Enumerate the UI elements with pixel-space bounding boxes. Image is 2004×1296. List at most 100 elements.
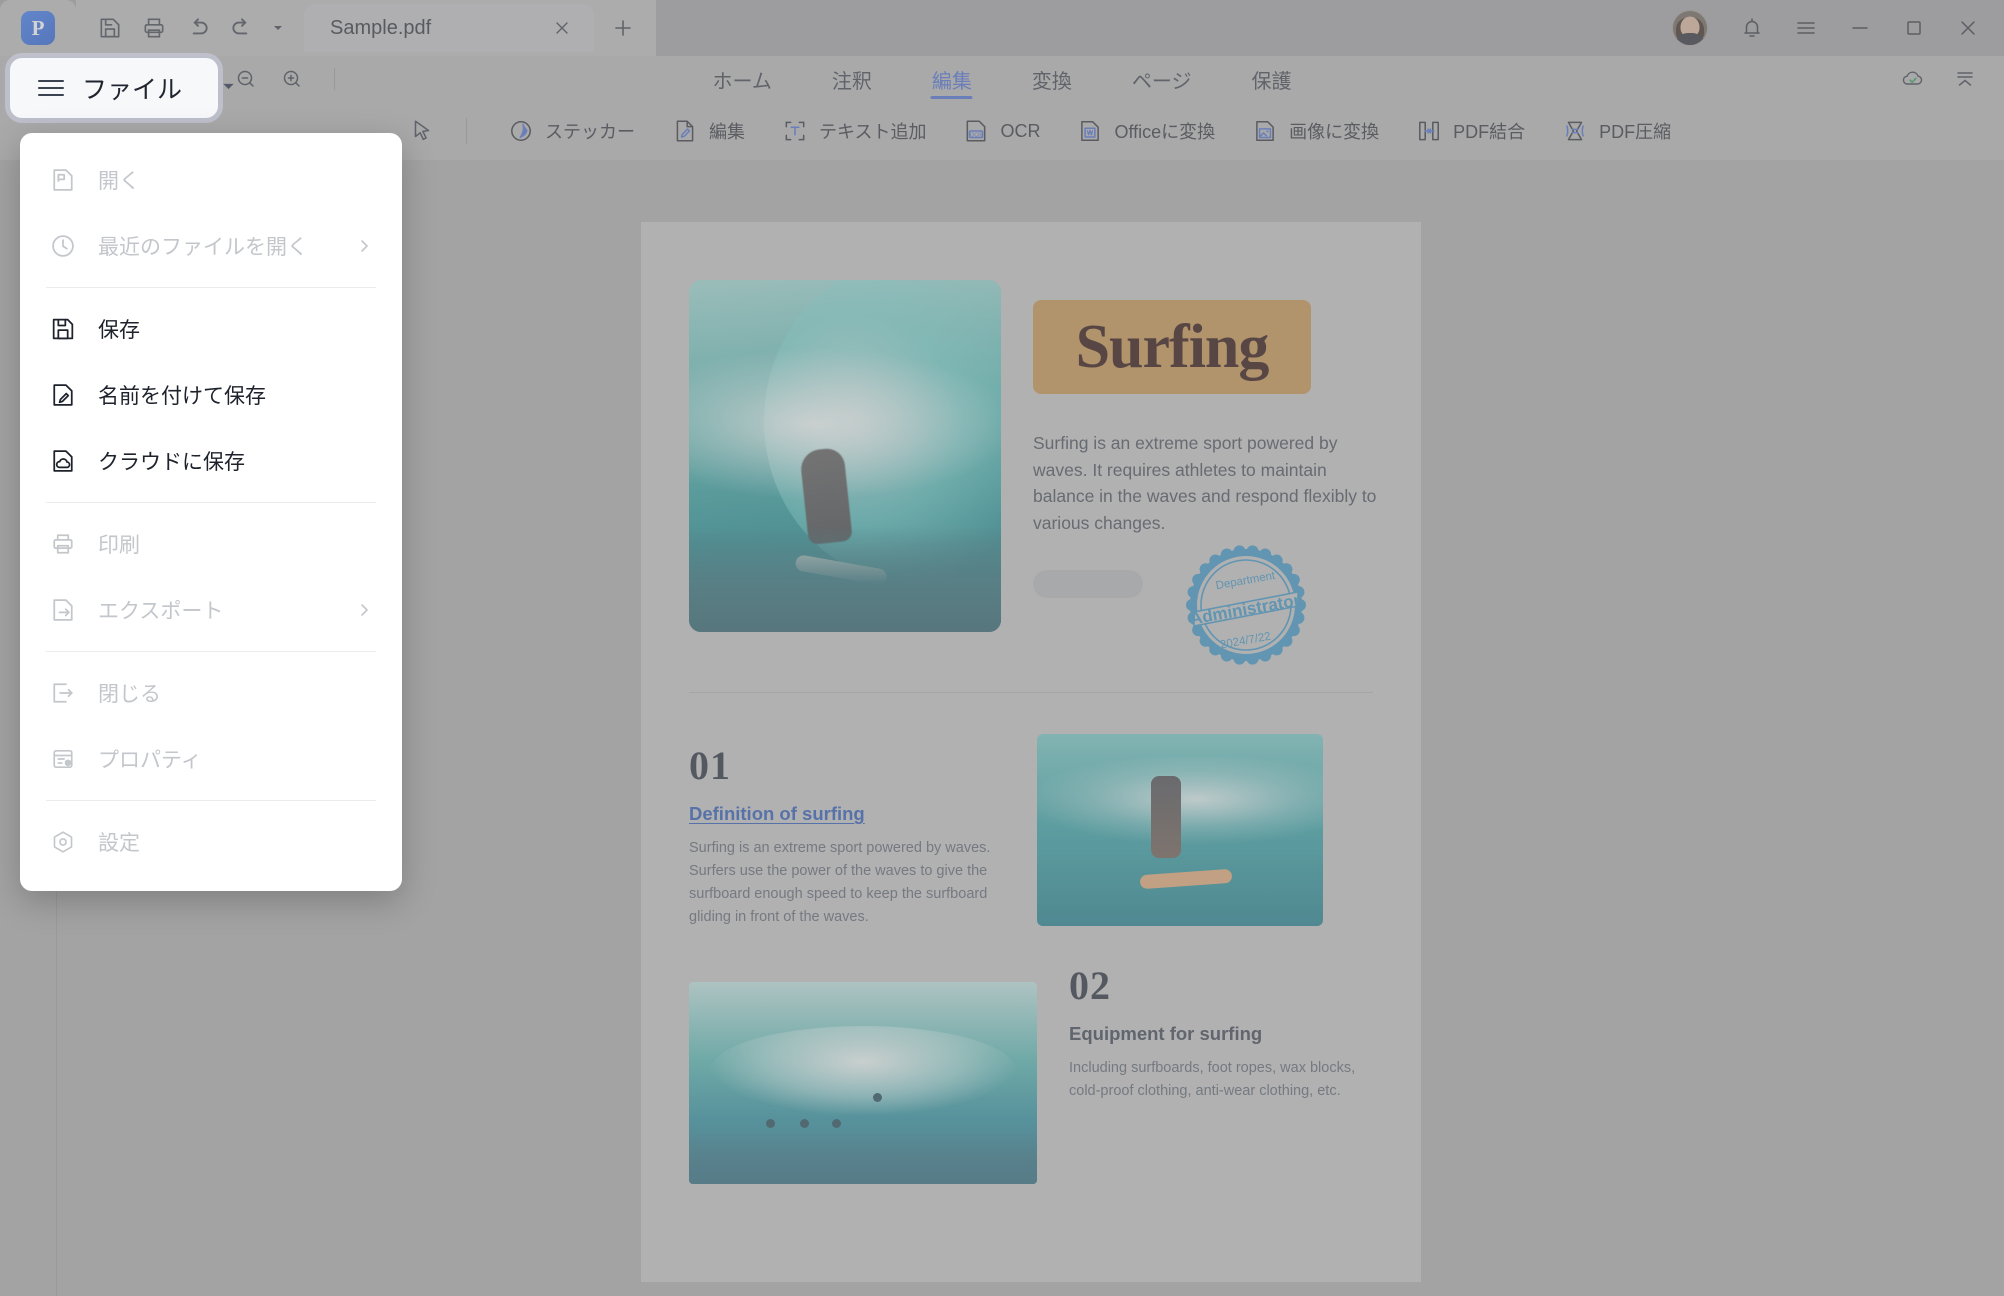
tool-compress-pdf-label: PDF圧縮 [1599,122,1672,142]
add-text-icon [781,117,809,145]
menu-item-save[interactable]: 保存 [20,296,402,362]
menu-item-open[interactable]: 開く [20,147,402,213]
close-button[interactable] [1942,0,1994,56]
ribbon-tab-bar: ホーム 注釈 編集 変換 ページ 保護 [0,56,2004,102]
recent-clock-icon [48,231,78,261]
pdf-page[interactable]: Surfing Surfing is an extreme sport powe… [641,222,1421,1282]
settings-gear-icon [48,827,78,857]
tool-merge-pdf-label: PDF結合 [1453,122,1526,142]
tool-convert-to-office[interactable]: Officeに変換 [1058,108,1233,154]
tool-merge-pdf[interactable]: PDF結合 [1397,108,1543,154]
tool-sticker[interactable]: ステッカー [489,108,653,154]
menu-item-save-as[interactable]: 名前を付けて保存 [20,362,402,428]
section-02-number: 02 [1069,963,1111,1008]
placeholder-field[interactable] [1033,570,1143,598]
printer-icon [48,529,78,559]
menu-separator [46,800,376,801]
merge-pdf-icon [1415,117,1443,145]
tab-page[interactable]: ページ [1102,56,1222,102]
toolbar-divider [334,68,335,90]
menu-separator [46,287,376,288]
compress-pdf-icon [1561,117,1589,145]
hero-surfing-photo [689,280,1001,632]
open-file-icon [48,165,78,195]
app-logo-icon: P [21,11,55,45]
approval-stamp: Department Administrator 2024/7/22 [1181,540,1311,670]
app-logo-container: P [0,0,76,56]
menu-item-print-label: 印刷 [98,534,140,557]
maximize-button[interactable] [1888,0,1940,56]
menu-separator [46,502,376,503]
tab-annotation[interactable]: 注釈 [802,56,902,102]
photo-surfers [689,1093,1037,1129]
menu-item-export[interactable]: エクスポート [20,577,402,643]
tab-close-icon[interactable] [548,14,576,42]
tool-edit[interactable]: 編集 [653,108,763,154]
document-title-badge: Surfing [1033,300,1311,394]
properties-icon [48,744,78,774]
quick-access-overflow-caret-icon[interactable] [266,8,290,48]
file-dropdown-menu[interactable]: 開く 最近のファイルを開く 保存 名前を付けて保存 クラウドに保存 印刷 エクス… [20,133,402,891]
save-icon[interactable] [90,8,130,48]
menu-item-properties-label: プロパティ [98,749,202,772]
document-title-text: Surfing [1075,312,1270,381]
notifications-bell-icon[interactable] [1726,0,1778,56]
cloud-sync-check-icon[interactable] [1896,62,1930,96]
application-window: P Sample.pdf ホーム 注釈 編集 変換 ページ 保護 ステッカー 編… [0,0,2004,1296]
file-menu-button[interactable]: ファイル [10,58,218,118]
quick-access-toolbar: Sample.pdf [76,0,656,56]
menu-item-properties[interactable]: プロパティ [20,726,402,792]
menu-item-save-to-cloud[interactable]: クラウドに保存 [20,428,402,494]
menu-item-close-label: 閉じる [98,683,161,706]
tab-protect[interactable]: 保護 [1222,56,1322,102]
convert-to-office-icon [1076,117,1104,145]
tab-home[interactable]: ホーム [682,56,801,102]
page-divider [689,692,1373,693]
svg-text:OCR: OCR [970,132,982,138]
tool-edit-label: 編集 [709,122,745,142]
ribbon-right-actions [1896,62,2004,96]
menu-item-close[interactable]: 閉じる [20,660,402,726]
tool-compress-pdf[interactable]: PDF圧縮 [1543,108,1689,154]
save-cloud-icon [48,446,78,476]
toolbar-divider [466,118,467,144]
collapse-ribbon-icon[interactable] [1948,62,1982,96]
file-menu-caret-icon[interactable] [222,80,235,98]
menu-item-save-to-cloud-label: クラウドに保存 [98,451,245,474]
menu-item-open-recent-label: 最近のファイルを開く [98,236,308,259]
section-02-heading: Equipment for surfing [1069,1023,1263,1044]
section-01-body: Surfing is an extreme sport powered by w… [689,840,991,925]
menu-separator [46,651,376,652]
user-avatar[interactable] [1672,10,1708,46]
tool-add-text[interactable]: テキスト追加 [763,108,944,154]
menu-item-settings-label: 設定 [98,832,140,855]
close-doc-icon [48,678,78,708]
menu-item-open-label: 開く [98,170,140,193]
section-02-body: Including surfboards, foot ropes, wax bl… [1069,1060,1356,1099]
menu-item-settings[interactable]: 設定 [20,809,402,875]
tab-convert[interactable]: 変換 [1002,56,1102,102]
menu-item-save-label: 保存 [98,319,140,342]
menu-item-print[interactable]: 印刷 [20,511,402,577]
section-01-heading-link[interactable]: Definition of surfing [689,803,997,825]
window-right-controls [1672,0,2004,56]
main-menu-hamburger-icon[interactable] [1780,0,1832,56]
section-02: 02 Equipment for surfing Including surfb… [1069,962,1369,1103]
tool-convert-to-image[interactable]: 画像に変換 [1233,108,1397,154]
redo-icon[interactable] [222,8,262,48]
document-tab[interactable]: Sample.pdf [304,4,594,52]
tab-edit[interactable]: 編集 [902,56,1002,102]
convert-to-image-icon [1251,117,1279,145]
tool-ocr-label: OCR [1000,120,1041,141]
tool-ocr[interactable]: OCR OCR [944,108,1058,154]
file-menu-button-label: ファイル [82,76,183,104]
minimize-button[interactable] [1834,0,1886,56]
undo-icon[interactable] [178,8,218,48]
zoom-in-icon[interactable] [274,61,310,97]
hamburger-icon [38,80,64,96]
zoom-controls [228,61,335,97]
select-cursor-icon[interactable] [400,109,444,153]
menu-item-open-recent[interactable]: 最近のファイルを開く [20,213,402,279]
print-icon[interactable] [134,8,174,48]
new-tab-button[interactable] [598,4,648,52]
